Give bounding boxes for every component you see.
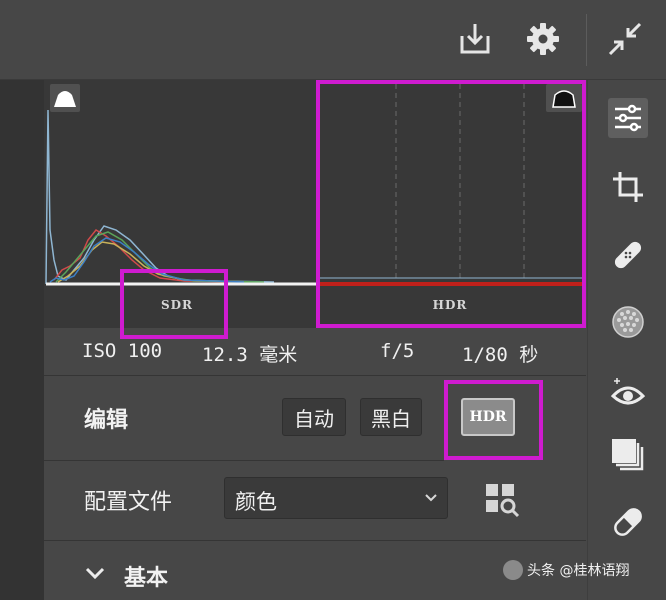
mask-icon[interactable] bbox=[608, 302, 648, 342]
chevron-down-icon bbox=[423, 489, 439, 509]
basic-section-label: 基本 bbox=[124, 566, 169, 591]
section-divider bbox=[44, 540, 586, 541]
section-divider bbox=[44, 375, 586, 376]
tool-sidebar bbox=[587, 80, 666, 600]
healing-bandage-icon[interactable] bbox=[608, 235, 648, 275]
top-toolbar bbox=[0, 0, 666, 80]
watermark-text: 头条 @桂林语翔 bbox=[527, 563, 630, 579]
hdr-area-highlight bbox=[316, 80, 586, 328]
export-icon[interactable] bbox=[454, 18, 496, 60]
watermark-logo-icon bbox=[503, 560, 523, 580]
aperture-value: f/5 bbox=[380, 340, 415, 362]
iso-value: ISO 100 bbox=[82, 340, 163, 362]
toolbar-divider bbox=[586, 14, 587, 66]
collapse-icon[interactable] bbox=[604, 18, 646, 60]
watermark: 头条 @桂林语翔 bbox=[503, 560, 629, 580]
sdr-area-highlight bbox=[120, 269, 228, 339]
profile-browser-icon[interactable] bbox=[482, 480, 522, 520]
edit-label: 编辑 bbox=[84, 408, 129, 433]
edit-sliders-icon[interactable] bbox=[608, 98, 648, 138]
chevron-down-icon bbox=[85, 567, 105, 580]
canvas-edge bbox=[0, 80, 44, 600]
section-divider bbox=[44, 460, 444, 461]
black-white-button[interactable]: 黑白 bbox=[360, 398, 422, 436]
profile-select[interactable]: 颜色 bbox=[224, 477, 448, 519]
hdr-button-highlight bbox=[444, 380, 543, 460]
profile-label: 配置文件 bbox=[84, 490, 173, 515]
presets-icon[interactable] bbox=[608, 435, 648, 475]
profile-select-value: 颜色 bbox=[235, 490, 277, 514]
exif-info: ISO 100 12.3 毫米 f/5 1/80 秒 bbox=[44, 330, 586, 374]
basic-section-toggle[interactable] bbox=[84, 562, 106, 588]
settings-gear-icon[interactable] bbox=[522, 18, 564, 60]
auto-button[interactable]: 自动 bbox=[282, 398, 346, 436]
eraser-icon[interactable] bbox=[608, 502, 648, 542]
shutter-speed-value: 1/80 秒 bbox=[462, 344, 539, 366]
red-eye-icon[interactable] bbox=[608, 372, 648, 412]
focal-length-value: 12.3 毫米 bbox=[202, 344, 298, 366]
crop-icon[interactable] bbox=[608, 167, 648, 207]
highlight-clipping-toggle[interactable] bbox=[50, 84, 80, 112]
